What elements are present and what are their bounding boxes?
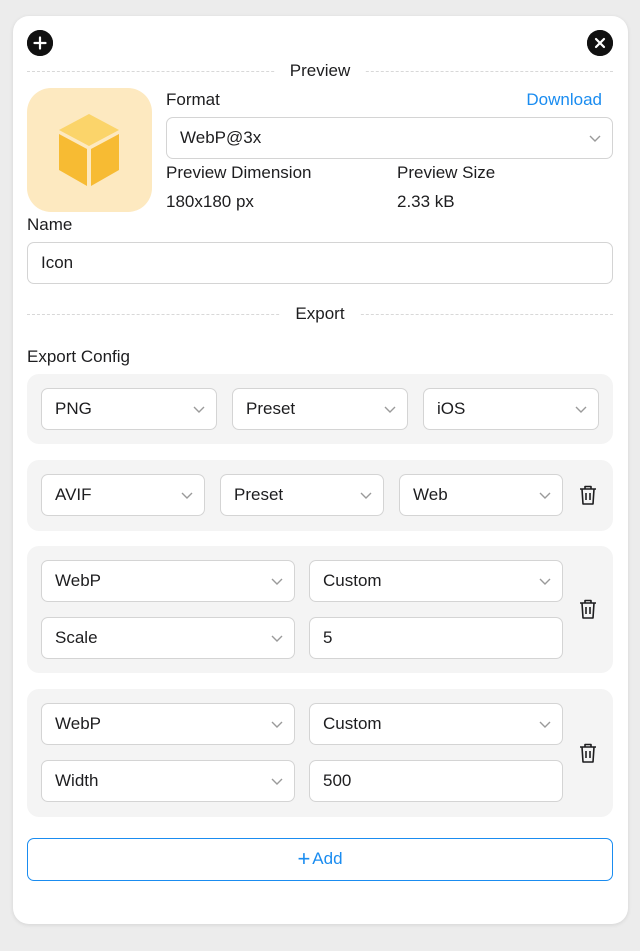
- custom-value: 5: [323, 628, 333, 647]
- format-type-select[interactable]: AVIF: [41, 474, 205, 516]
- close-button[interactable]: [587, 30, 613, 56]
- chevron-down-icon: [384, 406, 396, 413]
- custom-param-select[interactable]: Width: [41, 760, 295, 802]
- preview-size-value: 2.33 kB: [397, 192, 455, 211]
- plus-circle-icon: [27, 30, 53, 56]
- mode-value: Custom: [323, 714, 382, 733]
- close-circle-icon: [587, 30, 613, 56]
- chevron-down-icon: [271, 721, 283, 728]
- mode-select[interactable]: Custom: [309, 703, 563, 745]
- preview-section-title: Preview: [275, 61, 365, 80]
- format-select[interactable]: WebP@3x: [166, 117, 613, 159]
- export-config-card: PNG Preset iOS: [27, 374, 613, 444]
- chevron-down-icon: [271, 635, 283, 642]
- preview-dimension-label: Preview Dimension: [166, 163, 312, 182]
- download-link[interactable]: Download: [526, 89, 602, 111]
- format-label: Format: [166, 90, 220, 109]
- export-config-card: AVIF Preset Web: [27, 460, 613, 531]
- mode-select[interactable]: Preset: [232, 388, 408, 430]
- chevron-down-icon: [271, 778, 283, 785]
- trash-icon[interactable]: [578, 742, 598, 764]
- add-config-button[interactable]: + Add: [27, 838, 613, 881]
- chevron-down-icon: [589, 135, 601, 142]
- name-input[interactable]: Icon: [27, 242, 613, 284]
- mode-value: Custom: [323, 571, 382, 590]
- chevron-down-icon: [360, 492, 372, 499]
- preset-select[interactable]: Web: [399, 474, 563, 516]
- chevron-down-icon: [181, 492, 193, 499]
- export-config-card: WebP Custom Width 500: [27, 689, 613, 817]
- custom-param-value: Width: [55, 771, 99, 790]
- name-label: Name: [27, 215, 73, 234]
- custom-value-input[interactable]: 500: [309, 760, 563, 802]
- chevron-down-icon: [539, 492, 551, 499]
- custom-param-value: Scale: [55, 628, 98, 647]
- preview-dimension-value: 180x180 px: [166, 192, 254, 211]
- chevron-down-icon: [271, 578, 283, 585]
- format-select-value: WebP@3x: [180, 128, 262, 147]
- chevron-down-icon: [193, 406, 205, 413]
- format-type-select[interactable]: PNG: [41, 388, 217, 430]
- plus-icon: +: [297, 846, 311, 871]
- preset-select[interactable]: iOS: [423, 388, 599, 430]
- trash-icon[interactable]: [578, 598, 598, 620]
- export-panel: Preview Format Download WebP@3x Preview …: [13, 16, 628, 924]
- preview-thumbnail: [27, 88, 152, 212]
- format-type-value: WebP: [55, 714, 101, 733]
- export-config-label: Export Config: [27, 347, 130, 366]
- format-type-select[interactable]: WebP: [41, 560, 295, 602]
- cube-icon: [59, 114, 119, 186]
- add-config-label: Add: [312, 849, 343, 868]
- custom-value-input[interactable]: 5: [309, 617, 563, 659]
- preview-section-divider: Preview: [27, 60, 613, 82]
- mode-select[interactable]: Custom: [309, 560, 563, 602]
- export-section-divider: Export: [27, 303, 613, 325]
- chevron-down-icon: [539, 578, 551, 585]
- export-config-card: WebP Custom Scale 5: [27, 546, 613, 673]
- mode-select[interactable]: Preset: [220, 474, 384, 516]
- export-section-title: Export: [281, 304, 359, 323]
- name-input-value: Icon: [41, 253, 74, 272]
- trash-icon[interactable]: [578, 484, 598, 506]
- add-icon-button[interactable]: [27, 30, 53, 56]
- chevron-down-icon: [575, 406, 587, 413]
- custom-param-select[interactable]: Scale: [41, 617, 295, 659]
- chevron-down-icon: [539, 721, 551, 728]
- format-type-select[interactable]: WebP: [41, 703, 295, 745]
- custom-value: 500: [323, 771, 352, 790]
- format-type-value: WebP: [55, 571, 101, 590]
- preview-size-label: Preview Size: [397, 163, 496, 182]
